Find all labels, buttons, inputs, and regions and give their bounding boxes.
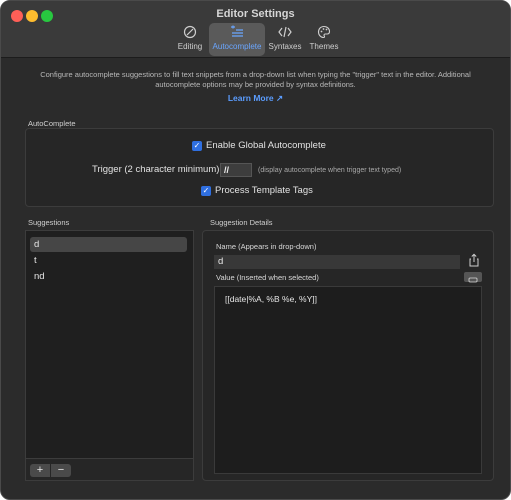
autocomplete-section-title: AutoComplete (28, 119, 76, 128)
list-item[interactable]: d (30, 237, 187, 252)
tab-autocomplete[interactable]: Autocomplete (209, 23, 265, 56)
suggestions-section-title: Suggestions (28, 218, 70, 227)
tab-themes-label: Themes (309, 42, 339, 51)
process-template-tags-checkbox[interactable]: ✓ (201, 186, 211, 196)
list-item[interactable]: nd (30, 269, 187, 284)
remove-suggestion-button[interactable]: − (51, 464, 71, 477)
suggestions-list[interactable]: d t nd (25, 230, 194, 459)
name-field[interactable]: d (214, 255, 460, 269)
trigger-input[interactable]: // (220, 163, 252, 177)
trigger-hint: (display autocomplete when trigger text … (258, 167, 402, 174)
name-field-label: Name (Appears in drop-down) (216, 242, 317, 251)
circle-slash-icon (171, 25, 209, 42)
value-field-label: Value (Inserted when selected) (216, 273, 319, 282)
details-section-title: Suggestion Details (210, 218, 273, 227)
insert-tag-button[interactable] (464, 272, 482, 283)
window-title: Editor Settings (216, 8, 295, 20)
tab-syntaxes[interactable]: Syntaxes (267, 23, 303, 56)
share-icon[interactable] (468, 253, 480, 267)
suggestions-list-footer: + − (25, 459, 194, 481)
list-plus-icon (209, 25, 265, 42)
titlebar: Editor Settings Editing Autocomplete Syn… (1, 1, 510, 58)
process-template-tags-label: Process Template Tags (215, 185, 313, 196)
learn-more-link[interactable]: Learn More ↗ (1, 93, 510, 104)
trigger-label: Trigger (2 character minimum) (92, 164, 220, 175)
intro-description: Configure autocomplete suggestions to fi… (40, 70, 471, 89)
tab-autocomplete-label: Autocomplete (212, 42, 262, 51)
enable-autocomplete-checkbox[interactable]: ✓ (192, 141, 202, 151)
tab-editing-label: Editing (177, 42, 203, 51)
tab-editing[interactable]: Editing (171, 23, 209, 56)
tab-syntaxes-label: Syntaxes (268, 42, 302, 51)
code-brackets-icon (267, 25, 303, 42)
tab-themes[interactable]: Themes (305, 23, 343, 56)
palette-icon (305, 25, 343, 42)
enable-autocomplete-label: Enable Global Autocomplete (206, 140, 326, 151)
editor-settings-window: Editor Settings Editing Autocomplete Syn… (0, 0, 511, 500)
value-textarea[interactable]: [[date|%A, %B %e, %Y]] (214, 286, 482, 474)
list-item[interactable]: t (30, 253, 187, 268)
add-suggestion-button[interactable]: + (30, 464, 50, 477)
